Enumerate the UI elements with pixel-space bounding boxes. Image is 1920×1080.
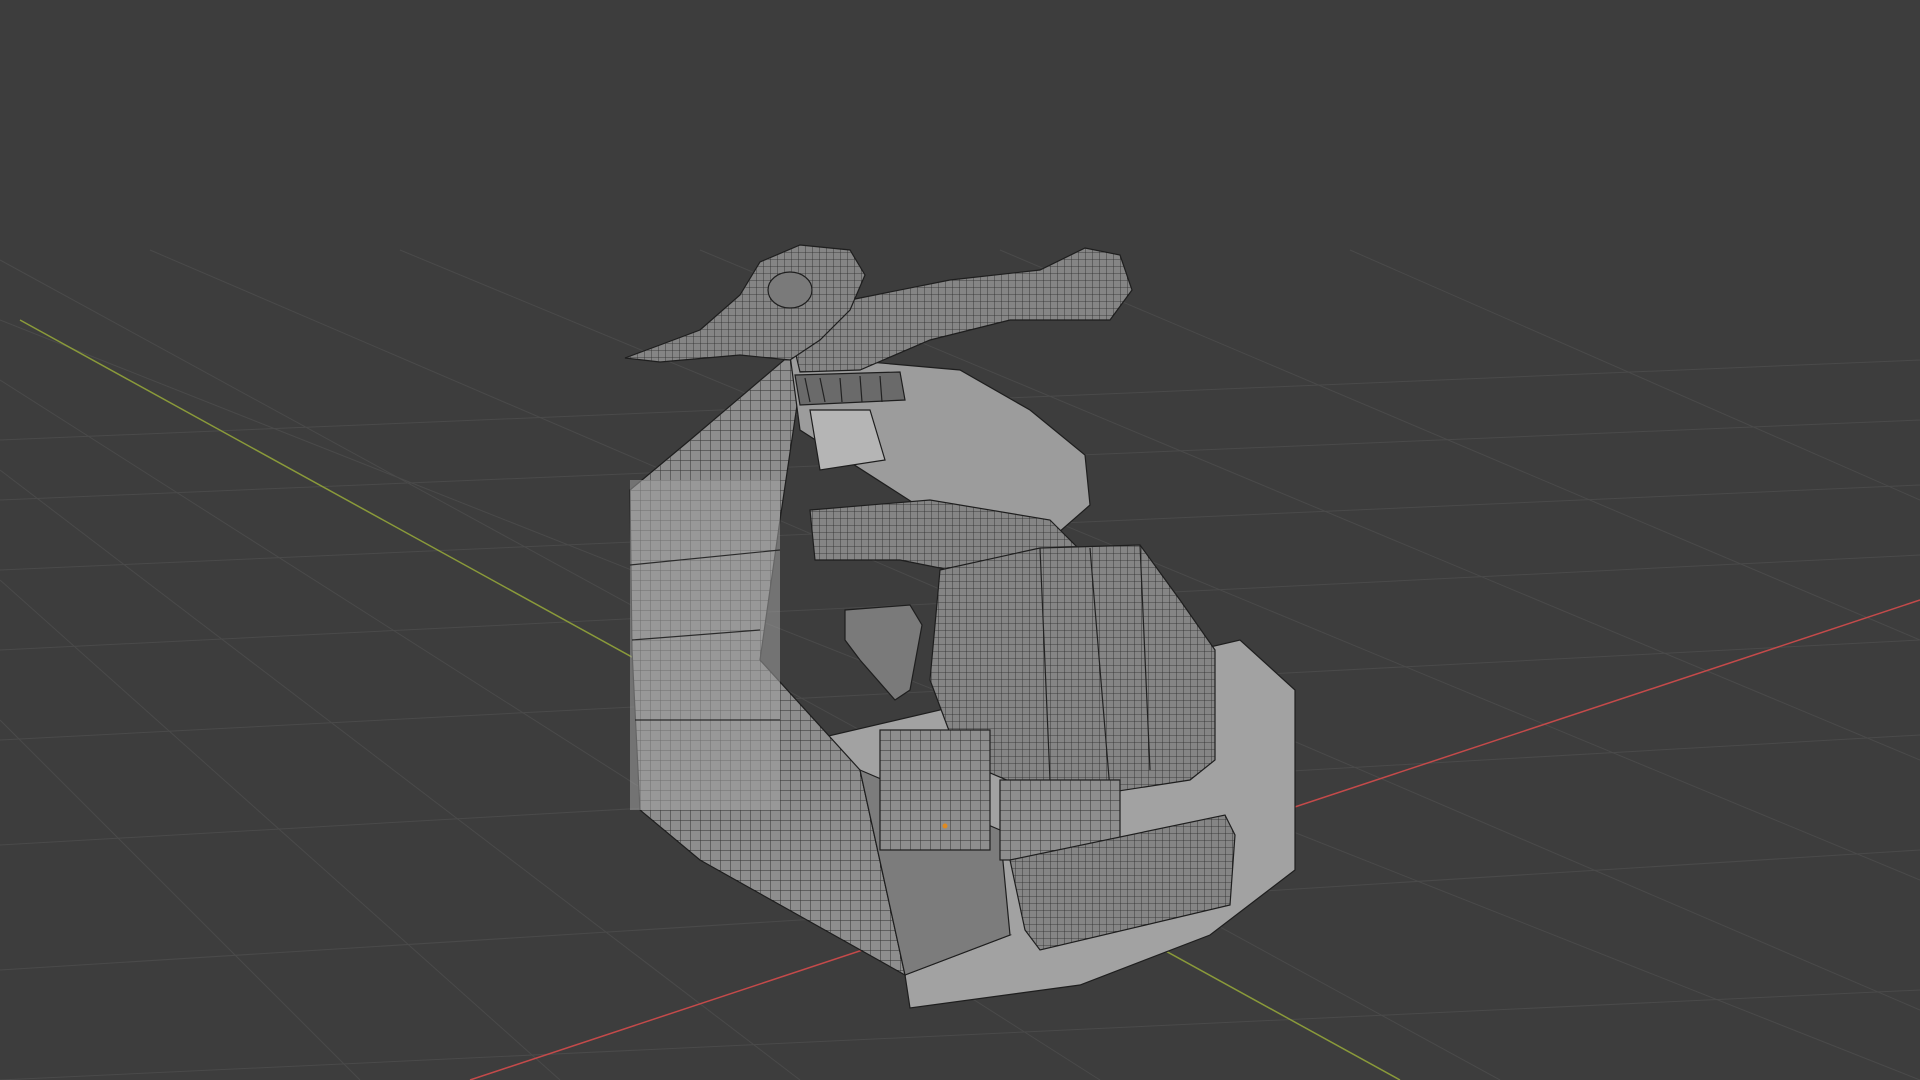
side-handle — [844, 604, 923, 701]
neck-grille — [794, 371, 906, 406]
selected-vertex — [942, 823, 948, 829]
lower-mech-left — [879, 729, 991, 851]
viewport-canvas[interactable] — [0, 0, 1920, 1080]
robot-cockpit-model[interactable] — [624, 244, 1296, 1009]
3d-viewport[interactable] — [0, 0, 1920, 1080]
